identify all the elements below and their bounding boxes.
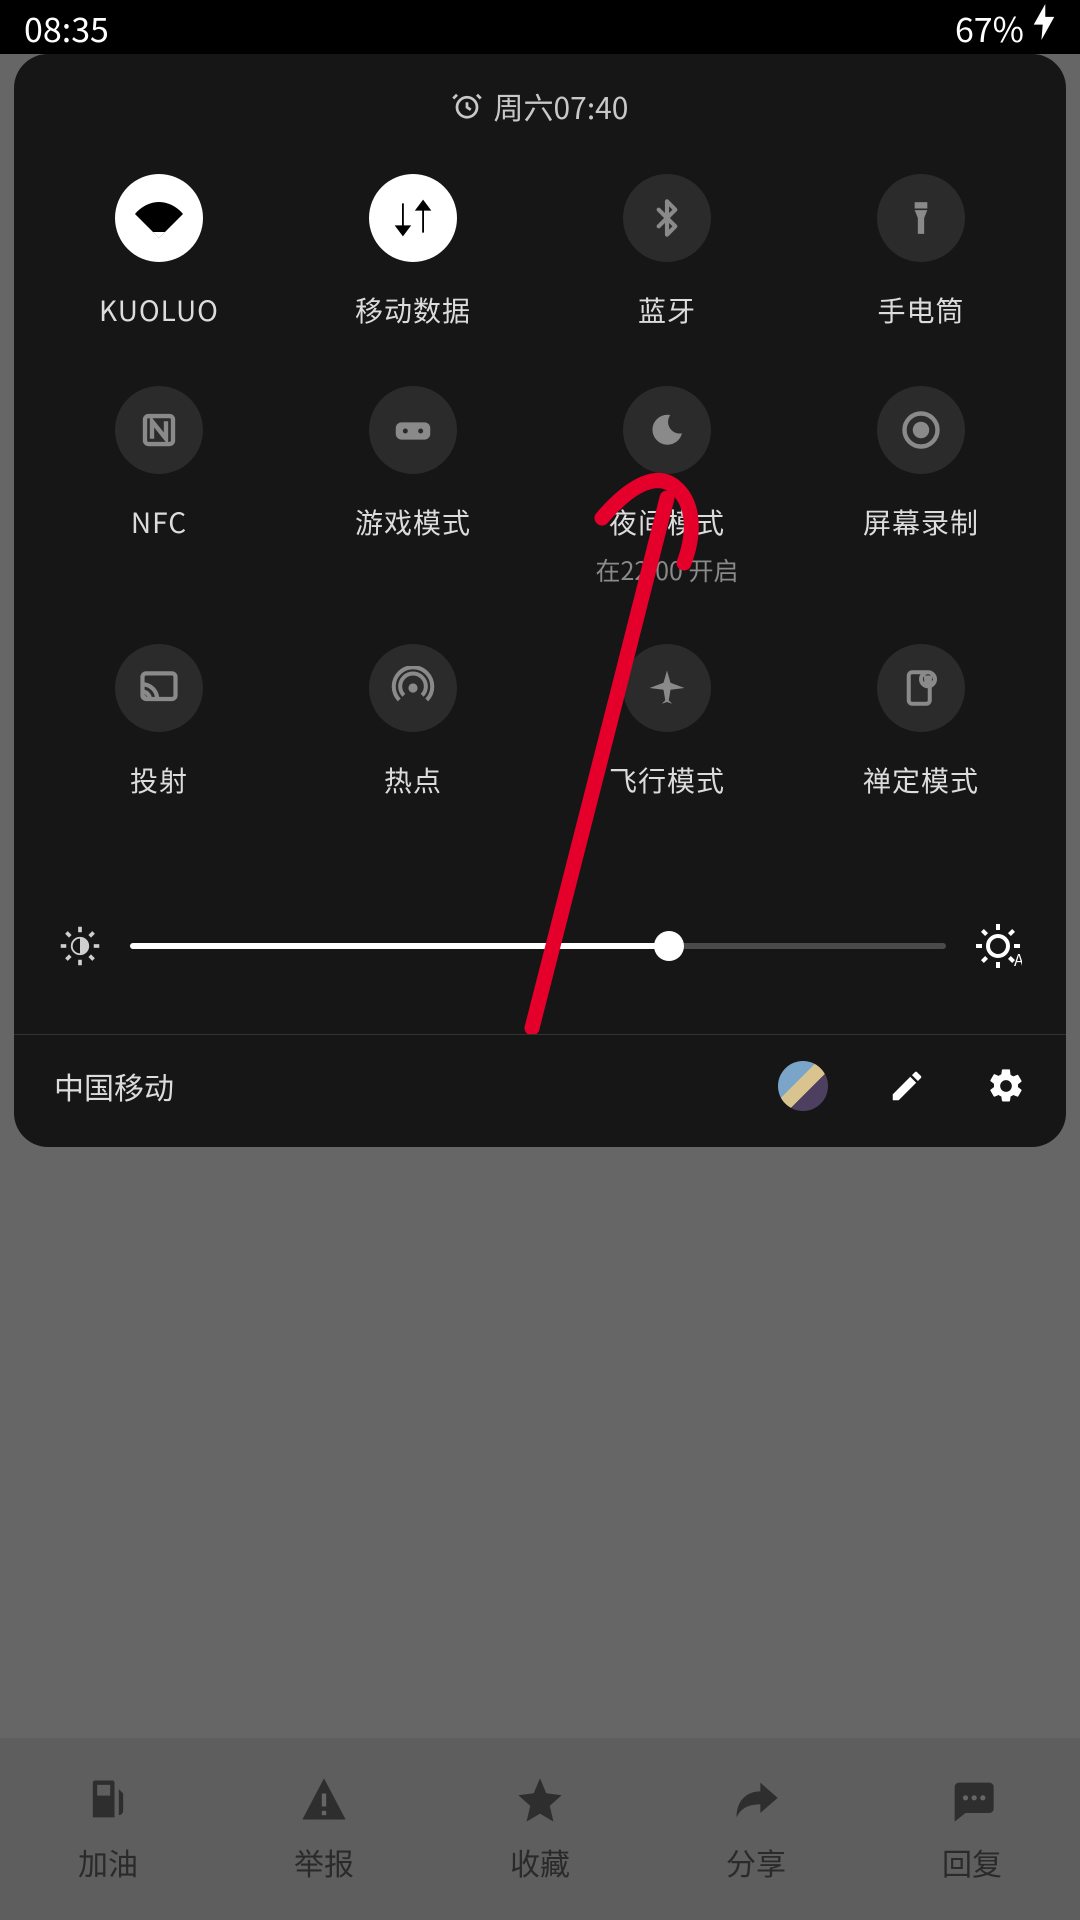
star-icon (514, 1774, 566, 1826)
status-bar: 08:35 67% (0, 0, 1080, 54)
tile-wifi[interactable]: KUOLUO (32, 174, 286, 386)
record-icon (877, 386, 965, 474)
mobile-data-icon (369, 174, 457, 262)
settings-button[interactable] (986, 1066, 1026, 1106)
nav-share-label: 分享 (726, 1840, 786, 1884)
tiles-grid: KUOLUO 移动数据 蓝牙 手电筒 NFC (14, 174, 1066, 886)
tile-mobile-data[interactable]: 移动数据 (286, 174, 540, 386)
nav-item-fuel[interactable]: 加油 (78, 1774, 138, 1884)
nav-item-favorite[interactable]: 收藏 (510, 1774, 570, 1884)
battery-percent: 67% (955, 3, 1024, 52)
nav-fav-label: 收藏 (510, 1840, 570, 1884)
tile-wifi-label: KUOLUO (99, 290, 219, 330)
status-right-cluster: 67% (955, 3, 1056, 52)
nav-item-reply[interactable]: 回复 (942, 1774, 1002, 1884)
tile-cast[interactable]: 投射 (32, 644, 286, 856)
slider-fill (130, 943, 669, 949)
footer-actions (778, 1061, 1026, 1111)
alarm-clock-icon (452, 91, 482, 121)
next-alarm-row[interactable]: 周六07:40 (14, 76, 1066, 174)
nfc-icon (115, 386, 203, 474)
hotspot-icon (369, 644, 457, 732)
panel-footer: 中国移动 (14, 1035, 1066, 1147)
edit-tiles-button[interactable] (888, 1067, 926, 1105)
tile-zen-label: 禅定模式 (863, 760, 979, 800)
next-alarm-text: 周六07:40 (494, 84, 629, 128)
tile-data-label: 移动数据 (355, 290, 471, 330)
nav-fuel-label: 加油 (78, 1840, 138, 1884)
tile-cast-label: 投射 (130, 760, 188, 800)
wifi-icon (115, 174, 203, 262)
share-icon (730, 1774, 782, 1826)
background-bottom-nav: 加油 举报 收藏 分享 回复 (0, 1738, 1080, 1920)
cast-icon (115, 644, 203, 732)
tile-zen-mode[interactable]: z 禅定模式 (794, 644, 1048, 856)
airplane-icon (623, 644, 711, 732)
brightness-low-icon (58, 924, 102, 968)
nav-item-share[interactable]: 分享 (726, 1774, 786, 1884)
tile-bluetooth-label: 蓝牙 (638, 290, 696, 330)
auto-brightness-icon[interactable]: A (974, 922, 1022, 970)
charging-icon (1032, 4, 1056, 50)
chat-icon (946, 1774, 998, 1826)
brightness-slider[interactable] (130, 935, 946, 957)
nav-reply-label: 回复 (942, 1840, 1002, 1884)
fuel-icon (82, 1774, 134, 1826)
flashlight-icon (877, 174, 965, 262)
bluetooth-icon (623, 174, 711, 262)
tile-flashlight[interactable]: 手电筒 (794, 174, 1048, 386)
tile-bluetooth[interactable]: 蓝牙 (540, 174, 794, 386)
nav-item-report[interactable]: 举报 (294, 1774, 354, 1884)
quick-settings-panel: 周六07:40 KUOLUO 移动数据 蓝牙 手电筒 (14, 54, 1066, 1147)
user-avatar[interactable] (778, 1061, 828, 1111)
tile-game-label: 游戏模式 (355, 502, 471, 542)
nav-report-label: 举报 (294, 1840, 354, 1884)
carrier-label: 中国移动 (54, 1064, 174, 1108)
tile-hotspot[interactable]: 热点 (286, 644, 540, 856)
tile-airplane[interactable]: 飞行模式 (540, 644, 794, 856)
brightness-row: A (14, 886, 1066, 1034)
tile-nfc[interactable]: NFC (32, 386, 286, 644)
moon-icon (623, 386, 711, 474)
status-time: 08:35 (24, 3, 109, 52)
tile-screen-record[interactable]: 屏幕录制 (794, 386, 1048, 644)
svg-text:z: z (925, 673, 931, 688)
warning-icon (298, 1774, 350, 1826)
tile-night-mode[interactable]: 夜间模式 在22:00 开启 (540, 386, 794, 644)
zen-icon: z (877, 644, 965, 732)
tile-hotspot-label: 热点 (384, 760, 442, 800)
tile-record-label: 屏幕录制 (863, 502, 979, 542)
gamepad-icon (369, 386, 457, 474)
tile-night-label: 夜间模式 (609, 502, 725, 542)
svg-text:A: A (1014, 947, 1022, 970)
tile-airplane-label: 飞行模式 (609, 760, 725, 800)
slider-thumb[interactable] (654, 931, 684, 961)
tile-game-mode[interactable]: 游戏模式 (286, 386, 540, 644)
tile-nfc-label: NFC (131, 502, 187, 542)
tile-night-sublabel: 在22:00 开启 (595, 552, 738, 588)
tile-flashlight-label: 手电筒 (877, 290, 964, 330)
